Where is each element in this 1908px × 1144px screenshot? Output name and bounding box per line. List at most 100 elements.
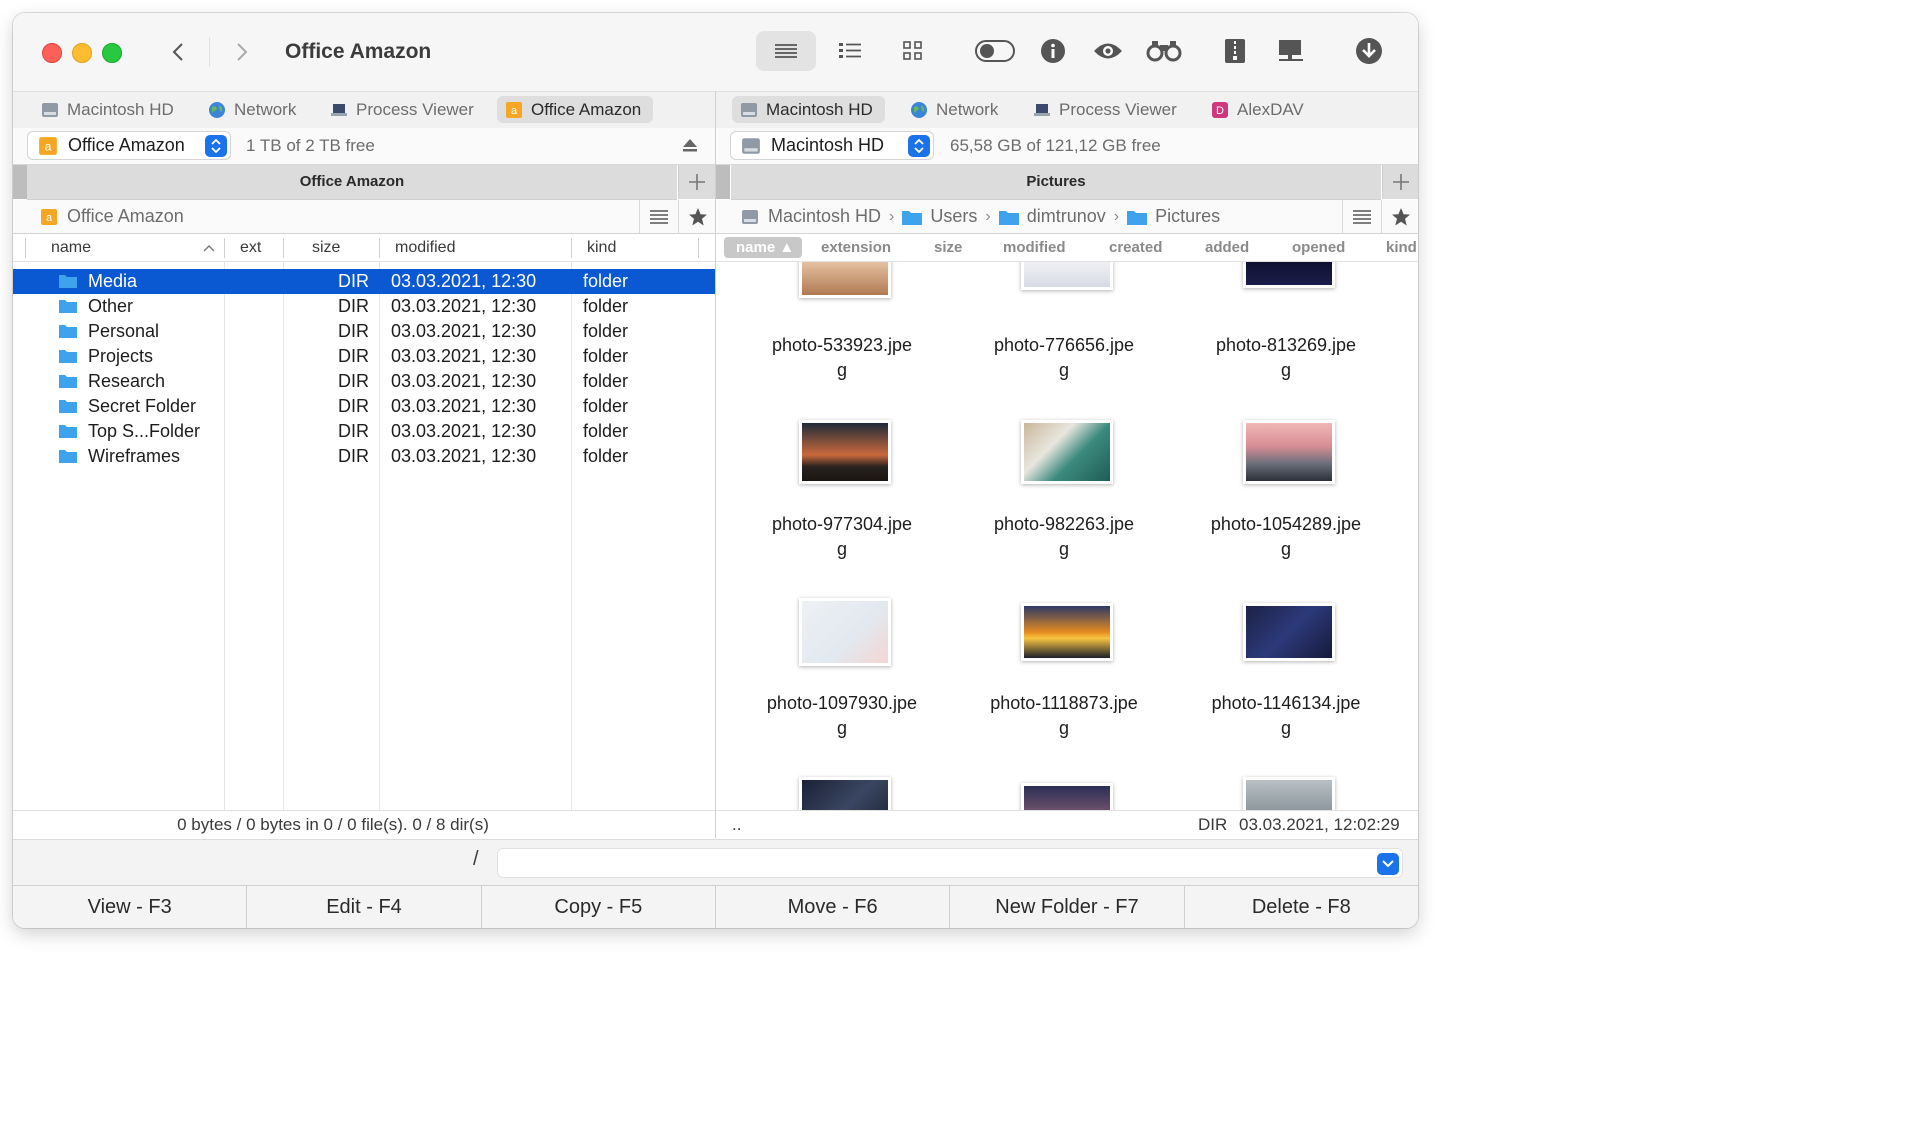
file-row-top-secret-folder[interactable]: Top S...Folder DIR 03.03.2021, 12:30 fol… bbox=[13, 419, 715, 444]
file-row-other[interactable]: Other DIR 03.03.2021, 12:30 folder bbox=[13, 294, 715, 319]
plus-icon bbox=[689, 174, 705, 190]
file-size: DIR bbox=[338, 321, 369, 341]
thumbnail-image[interactable] bbox=[1021, 783, 1113, 810]
thumbnail-image[interactable] bbox=[1243, 420, 1335, 484]
column-name[interactable]: name bbox=[51, 234, 91, 261]
file-modified: 03.03.2021, 12:30 bbox=[391, 446, 537, 466]
quick-look-button[interactable] bbox=[1088, 31, 1128, 71]
column-kind[interactable]: kind bbox=[587, 234, 616, 261]
back-button[interactable] bbox=[164, 37, 192, 67]
file-size: DIR bbox=[338, 446, 369, 466]
copy-f5-button[interactable]: Copy - F5 bbox=[481, 886, 716, 928]
left-favorites-button[interactable] bbox=[678, 200, 717, 233]
left-view-options-button[interactable] bbox=[639, 200, 678, 233]
eject-icon[interactable] bbox=[683, 139, 697, 157]
close-window-button[interactable] bbox=[42, 43, 62, 63]
chevron-down-icon[interactable] bbox=[1377, 853, 1399, 875]
column-size[interactable]: size bbox=[934, 234, 962, 261]
thumbnail-image[interactable] bbox=[1243, 262, 1335, 288]
command-input[interactable] bbox=[497, 848, 1403, 878]
toolbar: Office Amazon bbox=[13, 13, 1418, 91]
download-button[interactable] bbox=[1349, 31, 1389, 71]
thumbnail-image[interactable] bbox=[1021, 262, 1113, 290]
breadcrumb-item[interactable]: Macintosh HD bbox=[740, 206, 881, 227]
stepper-icon bbox=[205, 135, 227, 157]
zoom-window-button[interactable] bbox=[102, 43, 122, 63]
thumbnail-image[interactable] bbox=[1021, 420, 1113, 484]
file-row-projects[interactable]: Projects DIR 03.03.2021, 12:30 folder bbox=[13, 344, 715, 369]
column-created[interactable]: created bbox=[1109, 234, 1162, 261]
column-label: name bbox=[736, 239, 776, 256]
right-volume-selector[interactable]: Macintosh HD bbox=[730, 131, 934, 160]
column-divider bbox=[571, 238, 572, 258]
edit-f4-button[interactable]: Edit - F4 bbox=[247, 886, 482, 928]
right-favorites-button[interactable] bbox=[1381, 200, 1418, 233]
search-button[interactable] bbox=[1144, 31, 1184, 71]
column-added[interactable]: added bbox=[1205, 234, 1249, 261]
connect-server-button[interactable] bbox=[1271, 31, 1311, 71]
column-name[interactable]: name ▲ bbox=[724, 237, 802, 258]
parent-dir-indicator: .. bbox=[732, 815, 742, 834]
thumbnail-image[interactable] bbox=[799, 420, 891, 484]
left-tab-process-viewer[interactable]: Process Viewer bbox=[322, 96, 486, 123]
right-tab-process-viewer[interactable]: Process Viewer bbox=[1025, 96, 1189, 123]
grid-view-button[interactable] bbox=[893, 31, 933, 71]
left-add-tab-button[interactable] bbox=[678, 165, 715, 199]
list-view-button[interactable] bbox=[756, 31, 816, 71]
grid-view-icon bbox=[903, 41, 922, 60]
toggle-hidden-button[interactable] bbox=[975, 31, 1015, 71]
thumbnail-image[interactable] bbox=[799, 777, 891, 810]
left-panel-title: Office Amazon bbox=[27, 165, 677, 200]
column-modified[interactable]: modified bbox=[1003, 234, 1066, 261]
column-size[interactable]: size bbox=[312, 234, 340, 261]
minimize-window-button[interactable] bbox=[72, 43, 92, 63]
thumbnail-image[interactable] bbox=[1021, 603, 1113, 661]
thumbnail-image[interactable] bbox=[799, 598, 891, 666]
file-row-personal[interactable]: Personal DIR 03.03.2021, 12:30 folder bbox=[13, 319, 715, 344]
right-view-options-button[interactable] bbox=[1342, 200, 1381, 233]
column-opened[interactable]: opened bbox=[1292, 234, 1345, 261]
tab-label: Macintosh HD bbox=[766, 99, 873, 119]
move-f6-button[interactable]: Move - F6 bbox=[715, 886, 951, 928]
left-tab-macintosh-hd[interactable]: Macintosh HD bbox=[33, 96, 186, 123]
column-kind[interactable]: kind bbox=[1386, 234, 1417, 261]
right-tab-network[interactable]: Network bbox=[902, 96, 1010, 123]
left-tab-network[interactable]: Network bbox=[200, 96, 308, 123]
folder-icon bbox=[59, 450, 77, 463]
left-volume-selector[interactable]: a Office Amazon bbox=[27, 131, 231, 160]
file-row-wireframes[interactable]: Wireframes DIR 03.03.2021, 12:30 folder bbox=[13, 444, 715, 469]
breadcrumb-item[interactable]: dimtrunov bbox=[998, 206, 1106, 227]
file-row-media[interactable]: Media DIR 03.03.2021, 12:30 folder bbox=[13, 269, 715, 294]
info-button[interactable] bbox=[1033, 31, 1073, 71]
tab-label: Process Viewer bbox=[1059, 99, 1177, 119]
right-add-tab-button[interactable] bbox=[1382, 165, 1418, 199]
thumbnail-image[interactable] bbox=[1243, 777, 1335, 810]
file-kind: folder bbox=[583, 446, 629, 466]
delete-f8-button[interactable]: Delete - F8 bbox=[1184, 886, 1418, 928]
left-tab-office-amazon[interactable]: a Office Amazon bbox=[497, 96, 654, 123]
file-row-research[interactable]: Research DIR 03.03.2021, 12:30 folder bbox=[13, 369, 715, 394]
breadcrumb-item[interactable]: Users bbox=[902, 206, 977, 227]
panel-title-text: Pictures bbox=[1026, 173, 1086, 190]
right-tab-macintosh-hd[interactable]: Macintosh HD bbox=[732, 96, 885, 123]
thumbnail-image[interactable] bbox=[1243, 603, 1335, 661]
right-tab-alexdav[interactable]: D AlexDAV bbox=[1203, 96, 1316, 123]
detail-list-button[interactable] bbox=[830, 31, 870, 71]
archive-button[interactable] bbox=[1215, 31, 1255, 71]
file-row-secret-folder[interactable]: Secret Folder DIR 03.03.2021, 12:30 fold… bbox=[13, 394, 715, 419]
column-modified[interactable]: modified bbox=[395, 234, 455, 261]
left-tabs-bar: Macintosh HD Network Process Viewer a Of… bbox=[13, 91, 715, 129]
right-path-bar: Macintosh HD › Users › dimtrunov › Pictu… bbox=[716, 200, 1418, 234]
new-folder-f7-button[interactable]: New Folder - F7 bbox=[950, 886, 1185, 928]
thumbnail-image[interactable] bbox=[799, 262, 891, 298]
column-extension[interactable]: extension bbox=[821, 234, 891, 261]
command-line-bar: / bbox=[13, 839, 1418, 886]
file-kind: folder bbox=[583, 321, 629, 341]
file-kind: folder bbox=[583, 271, 629, 291]
view-f3-button[interactable]: View - F3 bbox=[13, 886, 248, 928]
forward-button[interactable] bbox=[228, 37, 256, 67]
breadcrumb-item[interactable]: Pictures bbox=[1127, 206, 1220, 227]
column-ext[interactable]: ext bbox=[240, 234, 261, 261]
detail-list-icon bbox=[839, 43, 861, 58]
breadcrumb-item[interactable]: a Office Amazon bbox=[39, 206, 184, 227]
